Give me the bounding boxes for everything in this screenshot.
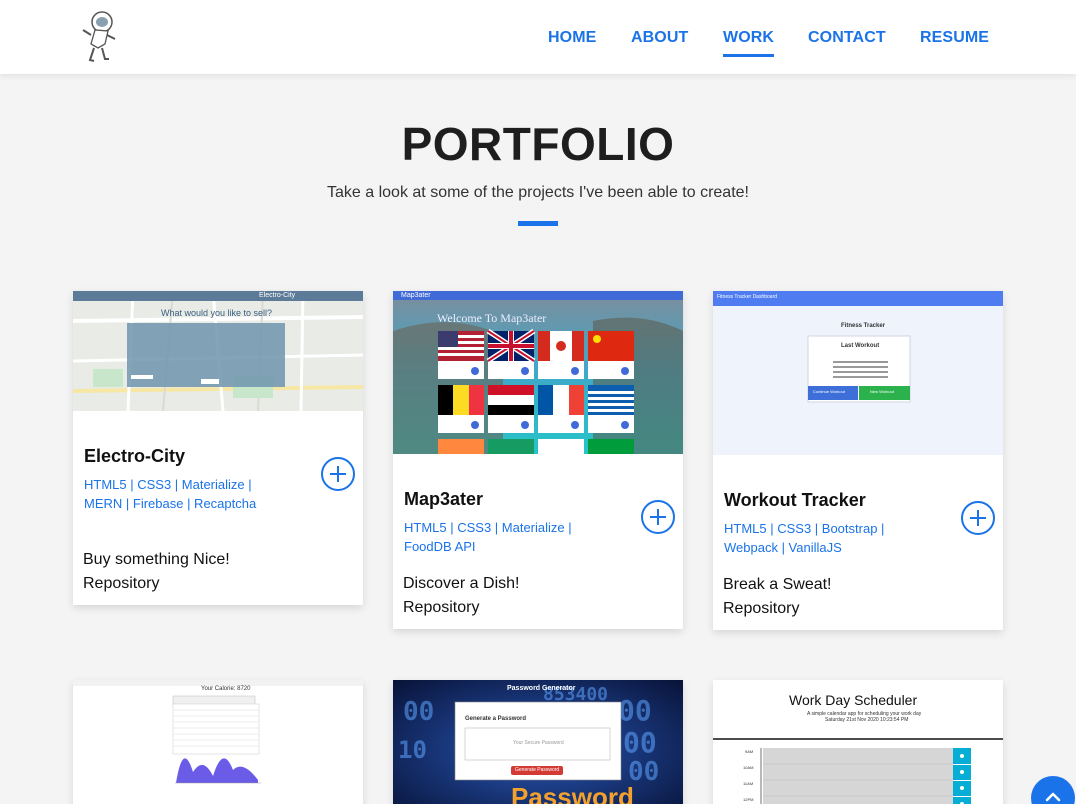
thumb-panel-title: Last Workout	[841, 343, 880, 349]
scroll-to-top-button[interactable]	[1031, 776, 1075, 804]
thumb-app-title: Fitness Tracker	[841, 323, 886, 329]
thumb-header: Fitness Tracker Dashboard	[717, 294, 778, 300]
project-tech-stack: HTML5 | CSS3 | Materialize | MERN | Fire…	[84, 477, 257, 511]
chevron-up-icon	[1045, 792, 1061, 802]
thumb-hour: 10AM	[743, 765, 754, 770]
thumb-hour: 9AM	[745, 749, 754, 754]
project-card-workout-tracker: Fitness Tracker Dashboard Fitness Tracke…	[713, 291, 1003, 630]
project-title: Workout Tracker	[724, 490, 866, 510]
project-card-map3ater: Map3ater Welcome To Map3ater Map3ater HT…	[393, 291, 683, 629]
thumb-hour: 11AM	[743, 781, 754, 786]
nav-home-link[interactable]: HOME	[548, 29, 596, 47]
repository-link[interactable]: Repository	[403, 599, 479, 617]
top-navbar: HOME ABOUT WORK CONTACT RESUME	[0, 0, 1076, 74]
svg-text:00: 00	[623, 726, 657, 759]
thumb-header: Electro-City	[259, 292, 296, 299]
repository-link[interactable]: Repository	[83, 575, 159, 593]
nav-about-link[interactable]: ABOUT	[631, 29, 688, 47]
thumb-prompt: What would you like to sell?	[161, 308, 273, 318]
project-thumbnail[interactable]: Electro-City What would you like to sell…	[73, 291, 363, 411]
thumb-generate-button: Generate Password	[515, 767, 560, 773]
nav-work-link[interactable]: WORK	[723, 29, 775, 57]
project-card-electro-city: Electro-City What would you like to sell…	[73, 291, 363, 605]
thumb-title: Work Day Scheduler	[789, 692, 918, 708]
title-underline	[518, 221, 558, 226]
thumb-password-field: Your Secure Password	[513, 740, 564, 746]
portfolio-title: PORTFOLIO	[401, 118, 675, 170]
repository-link[interactable]: Repository	[723, 600, 799, 618]
expand-project-button[interactable]	[961, 501, 995, 535]
project-description: Break a Sweat!	[723, 576, 832, 593]
thumb-header: Your Calorie: 8720	[201, 686, 251, 692]
thumb-continue-button: Continue Workout	[813, 389, 845, 394]
project-title: Map3ater	[404, 489, 484, 509]
project-thumbnail[interactable]: Map3ater Welcome To Map3ater	[393, 291, 683, 454]
project-description: Buy something Nice!	[83, 551, 230, 568]
svg-text:00: 00	[403, 697, 434, 727]
project-tech-stack: HTML5 | CSS3 | Bootstrap | Webpack | Van…	[724, 521, 885, 555]
project-card-password-generator: 00 00 00 10 00 853400 Password Generator…	[393, 680, 683, 804]
thumb-header: Password Generator	[507, 685, 576, 692]
project-tech-stack: HTML5 | CSS3 | Materialize | FoodDB API	[404, 520, 572, 554]
project-title: Electro-City	[84, 446, 186, 466]
svg-text:00: 00	[618, 694, 652, 727]
thumb-bg-word: Password	[511, 782, 634, 804]
project-card-calorie: Your Calorie: 8720	[73, 680, 363, 804]
project-card-work-day-scheduler: Work Day Scheduler A simple calendar app…	[713, 680, 1003, 804]
thumb-banner: Welcome To Map3ater	[437, 311, 547, 325]
nav-resume-link[interactable]: RESUME	[920, 29, 989, 47]
thumb-date: Saturday 21st Nov 2020 10:23:54 PM	[825, 717, 909, 723]
astronaut-logo-icon[interactable]	[78, 8, 120, 66]
project-description: Discover a Dish!	[403, 575, 520, 592]
project-thumbnail[interactable]: Fitness Tracker Dashboard Fitness Tracke…	[713, 291, 1003, 455]
expand-project-button[interactable]	[641, 500, 675, 534]
portfolio-subtitle: Take a look at some of the projects I've…	[327, 184, 749, 201]
svg-text:10: 10	[398, 736, 427, 764]
thumb-panel-title: Generate a Password	[465, 716, 527, 722]
expand-project-button[interactable]	[321, 457, 355, 491]
thumb-header: Map3ater	[401, 292, 431, 299]
project-thumbnail[interactable]: 00 00 00 10 00 853400 Password Generator…	[393, 680, 683, 804]
thumb-new-button: New Workout	[870, 389, 894, 394]
project-thumbnail[interactable]: Your Calorie: 8720	[73, 680, 363, 804]
thumb-hour: 12PM	[743, 797, 754, 802]
project-thumbnail[interactable]: Work Day Scheduler A simple calendar app…	[713, 680, 1003, 804]
nav-contact-link[interactable]: CONTACT	[808, 29, 886, 47]
